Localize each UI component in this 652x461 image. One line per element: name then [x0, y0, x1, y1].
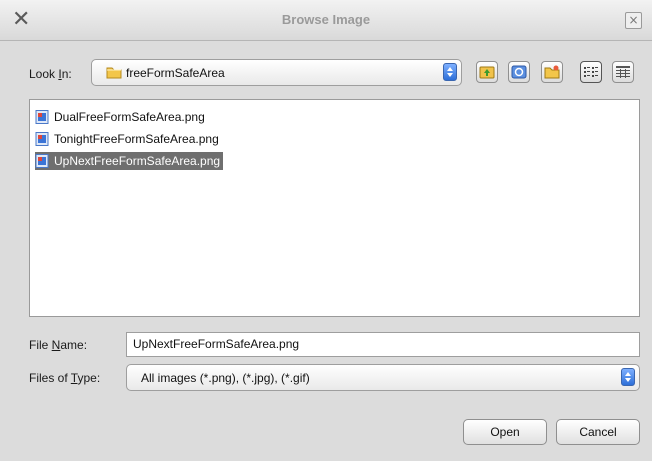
window-title: Browse Image — [281, 12, 371, 27]
png-file-icon — [35, 132, 49, 146]
file-type-label-part: ype: — [77, 371, 101, 385]
open-button[interactable]: Open — [463, 419, 547, 445]
file-name-label: File Name: — [29, 338, 87, 352]
file-list[interactable]: DualFreeFormSafeArea.png TonightFreeForm… — [29, 99, 640, 317]
png-file-icon — [35, 110, 49, 124]
home-button[interactable] — [508, 61, 530, 83]
file-type-dropdown-icon[interactable] — [621, 368, 635, 386]
list-item-selected[interactable]: UpNextFreeFormSafeArea.png — [35, 152, 224, 170]
details-view-icon — [616, 66, 630, 78]
look-in-value: freeFormSafeArea — [126, 66, 225, 80]
file-type-label: Files of Type: — [29, 371, 100, 385]
file-type-combobox[interactable]: All images (*.png), (*.jpg), (*.gif) — [126, 364, 640, 391]
file-name: DualFreeFormSafeArea.png — [54, 110, 205, 124]
list-view-icon — [584, 67, 598, 77]
png-file-icon — [35, 154, 49, 168]
file-type-value: All images (*.png), (*.jpg), (*.gif) — [141, 371, 310, 385]
file-name-label-part: File — [29, 338, 52, 352]
file-name-input[interactable] — [127, 333, 639, 355]
file-name-field[interactable] — [126, 332, 640, 357]
home-icon — [511, 65, 527, 79]
cancel-button[interactable]: Cancel — [556, 419, 640, 445]
file-name: UpNextFreeFormSafeArea.png — [54, 154, 221, 168]
up-folder-icon — [479, 66, 495, 79]
look-in-label: Look In: — [29, 67, 72, 81]
list-item[interactable]: DualFreeFormSafeArea.png — [35, 108, 208, 126]
close-button[interactable]: × — [625, 12, 642, 29]
look-in-label-part: Look — [29, 67, 59, 81]
new-folder-button[interactable] — [541, 61, 563, 83]
new-folder-icon — [544, 65, 560, 79]
look-in-label-part: n: — [61, 67, 72, 81]
details-view-button[interactable] — [612, 61, 634, 83]
look-in-dropdown-icon[interactable] — [443, 63, 457, 81]
list-view-button[interactable] — [580, 61, 602, 83]
file-name-label-part: ame: — [60, 338, 88, 352]
file-name: TonightFreeFormSafeArea.png — [54, 132, 219, 146]
look-in-combobox[interactable]: freeFormSafeArea — [91, 59, 462, 86]
file-type-label-part: Files of — [29, 371, 71, 385]
up-folder-button[interactable] — [476, 61, 498, 83]
folder-icon — [106, 67, 122, 79]
list-item[interactable]: TonightFreeFormSafeArea.png — [35, 130, 222, 148]
title-bar: ✕ Browse Image × — [0, 0, 652, 41]
